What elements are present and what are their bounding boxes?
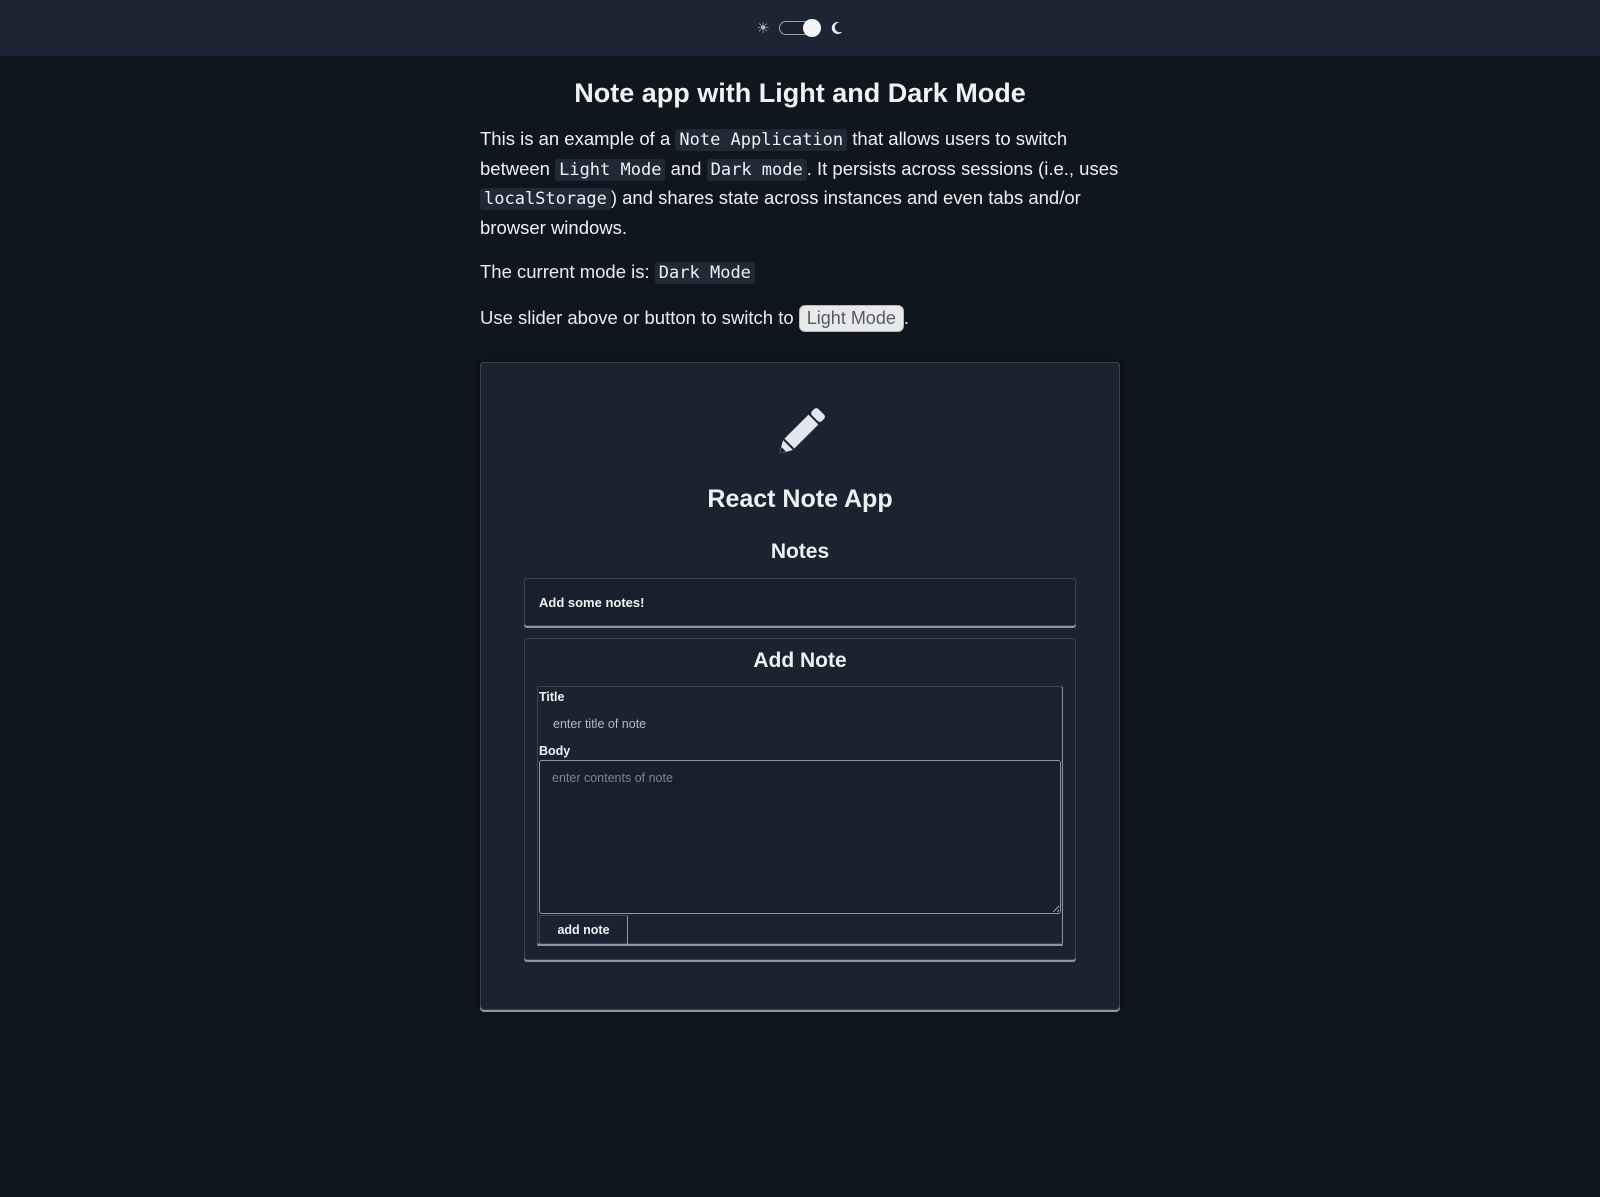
intro-text: This is an example of a <box>480 128 676 149</box>
add-note-card: Add Note Title Body add note <box>524 638 1076 960</box>
theme-toggle[interactable] <box>779 19 821 37</box>
moon-icon <box>829 20 845 36</box>
add-note-button[interactable]: add note <box>539 915 628 944</box>
sun-icon: ☀ <box>756 18 770 37</box>
notes-list: Add some notes! <box>524 578 1076 626</box>
note-app-card: React Note App Notes Add some notes! Add… <box>480 362 1120 1010</box>
topbar: ☀ <box>0 0 1600 56</box>
add-note-form: Title Body add note <box>537 686 1063 944</box>
add-note-heading: Add Note <box>753 649 847 672</box>
switch-mode-suffix: . <box>903 307 909 328</box>
code-light-mode: Light Mode <box>555 158 666 181</box>
current-mode-value: Dark Mode <box>654 262 755 284</box>
title-label: Title <box>539 690 565 704</box>
switch-mode-line: Use slider above or button to switch to … <box>480 304 1120 332</box>
switch-mode-text: Use slider above or button to switch to <box>480 307 799 328</box>
theme-toggle-knob[interactable] <box>803 19 821 37</box>
title-input[interactable] <box>539 709 1059 739</box>
code-note-application: Note Application <box>675 129 848 151</box>
current-mode-label: The current mode is: <box>480 261 655 282</box>
pencil-icon <box>779 408 825 454</box>
code-localstorage: localStorage <box>480 188 611 210</box>
notes-heading: Notes <box>770 540 830 563</box>
code-dark-mode: Dark mode <box>706 158 807 181</box>
app-title: React Note App <box>707 485 893 513</box>
current-mode-line: The current mode is: Dark Mode <box>480 258 1120 287</box>
intro-paragraph: This is an example of a Note Application… <box>480 125 1120 241</box>
main-content: Note app with Light and Dark Mode This i… <box>480 56 1120 1010</box>
empty-notes-message: Add some notes! <box>539 594 645 610</box>
switch-mode-button[interactable]: Light Mode <box>798 305 904 332</box>
intro-text: . It persists across sessions (i.e., use… <box>806 157 1119 179</box>
body-textarea[interactable] <box>539 760 1061 914</box>
intro-text: and <box>665 157 707 179</box>
body-label: Body <box>539 744 571 758</box>
page-title: Note app with Light and Dark Mode <box>574 78 1026 108</box>
